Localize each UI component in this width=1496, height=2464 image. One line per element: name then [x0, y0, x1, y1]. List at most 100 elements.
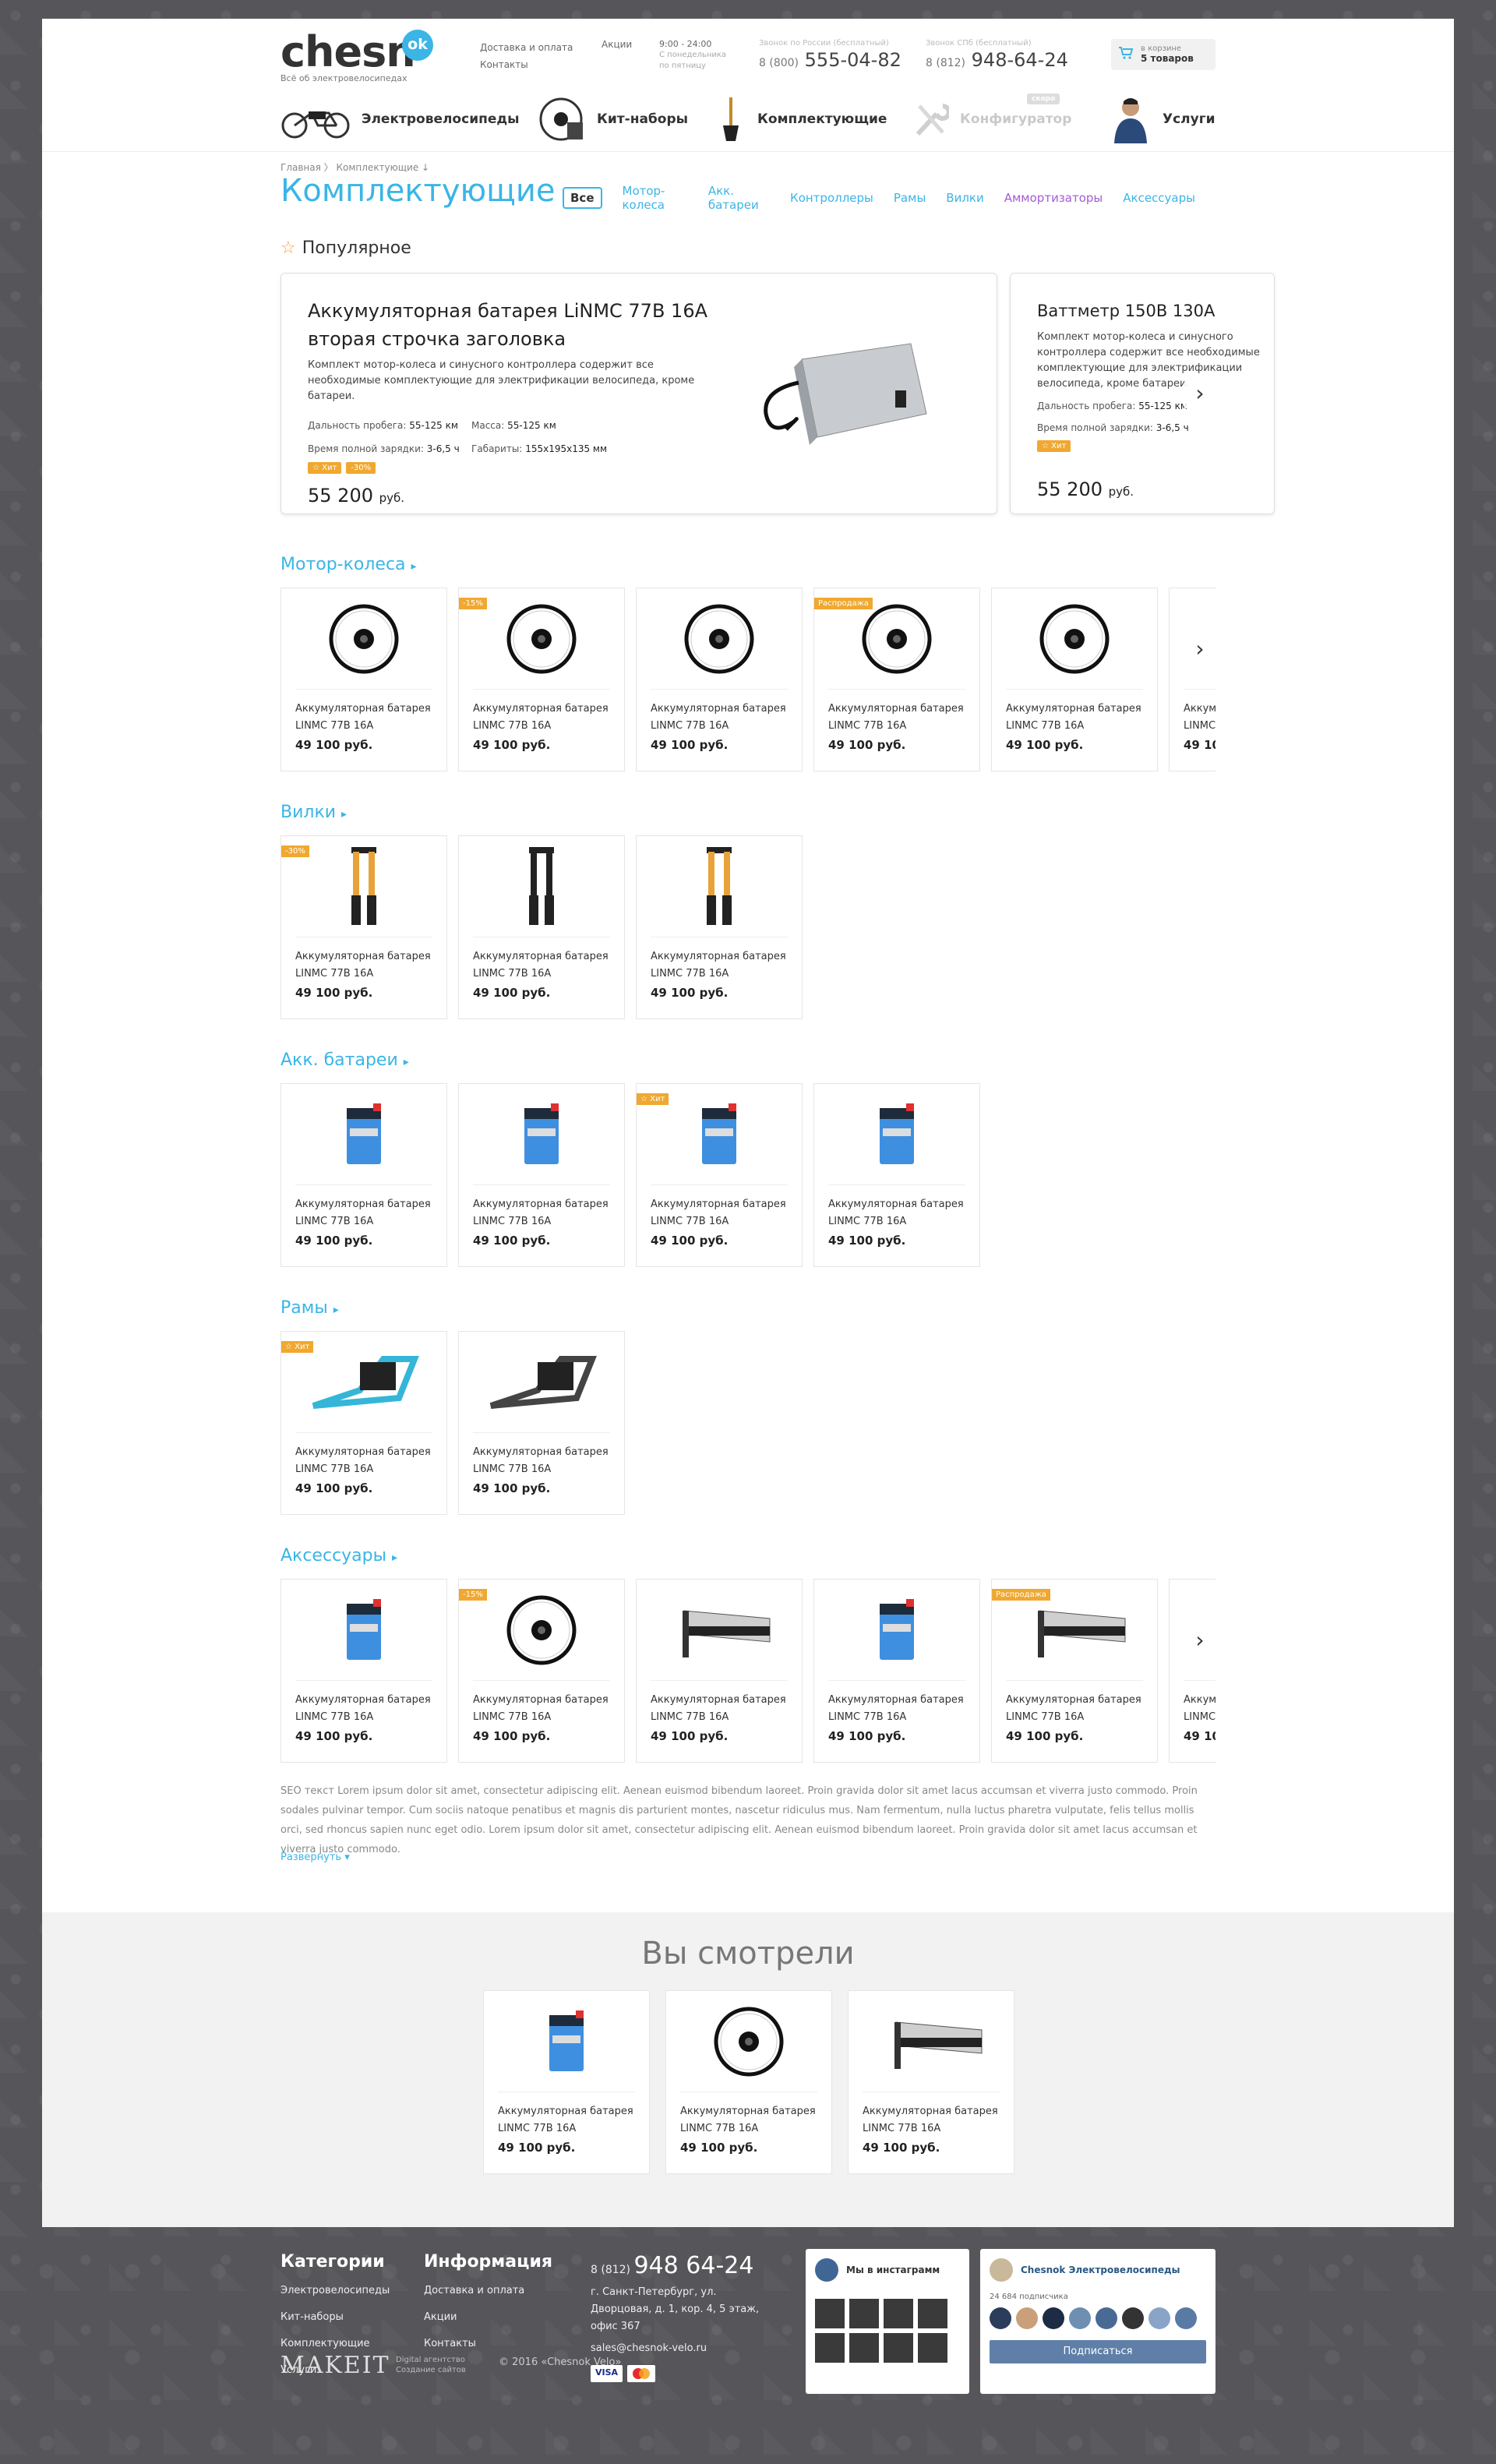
- member-avatar: [1122, 2307, 1144, 2329]
- footer-link[interactable]: Доставка и оплата: [424, 2278, 552, 2304]
- section-title[interactable]: Рамы ▸: [280, 1298, 339, 1318]
- logo[interactable]: chesn ok Всё об электровелосипедах: [280, 28, 433, 83]
- expand-link[interactable]: Развернуть ▾: [280, 1852, 350, 1863]
- tab-batteries[interactable]: Акк. батареи: [708, 184, 770, 212]
- product-name: Аккумуляторная батарея LINMC 77B 16A: [651, 951, 786, 980]
- footer-email[interactable]: sales@chesnok-velo.ru: [591, 2340, 778, 2357]
- product-name: Аккумуляторная батарея LINMC 77B 16A: [828, 1694, 964, 1723]
- photo-thumb[interactable]: [815, 2333, 845, 2363]
- photo-thumb[interactable]: [849, 2333, 879, 2363]
- vk-title[interactable]: Chesnok Электровелосипеды: [1021, 2265, 1180, 2275]
- section-title[interactable]: Вилки ▸: [280, 803, 347, 822]
- product-card[interactable]: Аккумуляторная батарея LINMC 77B 16A 49 1…: [280, 1579, 447, 1763]
- product-tag: ☆ Хит: [637, 1093, 669, 1105]
- product-card[interactable]: -15% Аккумуляторная батарея LINMC 77B 16A…: [458, 1579, 625, 1763]
- nav-parts[interactable]: Комплектующие: [715, 92, 887, 146]
- phone-spb[interactable]: Звонок СПб (бесплатный) 8 (812) 948-64-2…: [926, 39, 1068, 76]
- vk-subscribe-button[interactable]: Подписаться: [990, 2340, 1206, 2363]
- product-card[interactable]: Аккумуляторная батарея LINMC 77B 16A 49 1…: [458, 835, 625, 1019]
- product-card[interactable]: Аккумуляторная батарея LINMC 77B 16A 49 1…: [636, 835, 803, 1019]
- product-name: Аккумуляторная батарея LINMC 77B 16A: [498, 2106, 633, 2134]
- product-card[interactable]: Аккумуляторная батарея LINMC 77B 16A 49 1…: [813, 1579, 980, 1763]
- row-next-arrow[interactable]: ›: [1184, 633, 1216, 664]
- promo-link[interactable]: Акции: [602, 39, 632, 50]
- page-title: Комплектующие: [280, 173, 556, 209]
- footer-link[interactable]: Акции: [424, 2304, 552, 2331]
- product-card[interactable]: Распродажа Аккумуляторная батарея LINMC 7…: [991, 1579, 1158, 1763]
- tab-controllers[interactable]: Контроллеры: [790, 191, 873, 205]
- row-next-arrow[interactable]: ›: [1184, 1624, 1216, 1655]
- tab-frames[interactable]: Рамы: [894, 191, 926, 205]
- makeit-logo[interactable]: MAKEIT: [280, 2352, 390, 2379]
- breadcrumb-home[interactable]: Главная: [280, 162, 321, 173]
- photo-thumb[interactable]: [918, 2333, 947, 2363]
- product-card[interactable]: Аккумуляторная батарея LINMC 77B 16A 49 1…: [280, 1083, 447, 1267]
- nav-ebikes[interactable]: Электровелосипеды: [280, 92, 519, 146]
- popular-card[interactable]: Аккумуляторная батарея LiNMC 77B 16A вто…: [280, 273, 997, 514]
- product-price: 49 100 руб.: [651, 738, 729, 752]
- product-card[interactable]: Аккумуляторная батарея LINMC 77B 16A 49 1…: [636, 588, 803, 771]
- product-card[interactable]: ☆ Хит Аккумуляторная батарея LINMC 77B 16…: [636, 1083, 803, 1267]
- footer-link[interactable]: Электровелосипеды: [280, 2278, 390, 2304]
- product-card[interactable]: Аккумуляторная батарея LINMC 77B 16A 49 1…: [848, 1990, 1014, 2174]
- product-name: Аккумуляторная батарея LINMC 77B 16A: [1184, 1694, 1216, 1723]
- product-card[interactable]: Распродажа Аккумуляторная батарея LINMC 7…: [813, 588, 980, 771]
- tab-accessories[interactable]: Аксессуары: [1123, 191, 1195, 205]
- photo-thumb[interactable]: [815, 2299, 845, 2328]
- section-title-text: Акк. батареи: [280, 1050, 398, 1070]
- product-image: [295, 1332, 432, 1433]
- product-card[interactable]: Аккумуляторная батарея LINMC 77B 16A 49 1…: [991, 588, 1158, 771]
- photo-thumb[interactable]: [884, 2299, 913, 2328]
- photo-thumb[interactable]: [884, 2333, 913, 2363]
- product-card[interactable]: Аккумуляторная батарея LINMC 77B 16A 49 1…: [665, 1990, 832, 2174]
- section-title-text: Рамы: [280, 1298, 328, 1318]
- phone-russia[interactable]: Звонок по России (бесплатный) 8 (800) 55…: [759, 39, 901, 76]
- product-card[interactable]: -30% Аккумуляторная батарея LINMC 77B 16A…: [280, 835, 447, 1019]
- product-card[interactable]: Аккумуляторная батарея LINMC 77B 16A 49 1…: [458, 1083, 625, 1267]
- tab-forks[interactable]: Вилки: [946, 191, 983, 205]
- product-card[interactable]: Аккумуляторная батарея LINMC 77B 16A 49 1…: [483, 1990, 650, 2174]
- delivery-link[interactable]: Доставка и оплата: [480, 39, 573, 56]
- product-card[interactable]: Аккумуляторная батарея LINMC 77B 16A 49 1…: [636, 1579, 803, 1763]
- popular-card-price: 55 200 руб.: [308, 485, 970, 507]
- product-card[interactable]: Аккумуляторная батарея LINMC 77B 16A 49 1…: [1169, 588, 1216, 771]
- product-price: 49 100 руб.: [1184, 738, 1216, 752]
- footer-link[interactable]: Кит-наборы: [280, 2304, 390, 2331]
- instagram-widget[interactable]: Мы в инстаграмм: [806, 2249, 969, 2394]
- cart-button[interactable]: в корзине 5 товаров: [1111, 39, 1216, 70]
- nav-services[interactable]: Услуги: [1110, 92, 1216, 146]
- tab-all[interactable]: Все: [563, 187, 602, 209]
- photo-thumb[interactable]: [849, 2299, 879, 2328]
- tab-motor-wheels[interactable]: Мотор-колеса: [623, 184, 688, 212]
- photo-thumb[interactable]: [918, 2299, 947, 2328]
- footer-phone[interactable]: 8 (812) 948 64-24: [591, 2252, 778, 2279]
- product-card[interactable]: ☆ Хит Аккумуляторная батарея LINMC 77B 16…: [280, 1331, 447, 1515]
- section-title[interactable]: Мотор-колеса ▸: [280, 555, 417, 574]
- popular-next-arrow[interactable]: ›: [1184, 377, 1216, 408]
- tab-shocks[interactable]: Аммортизаторы: [1004, 191, 1103, 205]
- section-title[interactable]: Аксессуары ▸: [280, 1546, 397, 1566]
- contacts-link[interactable]: Контакты: [480, 56, 573, 73]
- fork-image: [351, 846, 376, 925]
- product-tag: Распродажа: [814, 598, 873, 609]
- product-card[interactable]: Аккумуляторная батарея LINMC 77B 16A 49 1…: [813, 1083, 980, 1267]
- battery-image: [347, 1598, 381, 1660]
- product-price: 49 100 руб.: [1006, 1729, 1084, 1743]
- product-card[interactable]: Аккумуляторная батарея LINMC 77B 16A 49 1…: [1169, 1579, 1216, 1763]
- product-card[interactable]: Аккумуляторная батарея LINMC 77B 16A 49 1…: [458, 1331, 625, 1515]
- breadcrumb-current[interactable]: Комплектующие ↓: [337, 162, 430, 173]
- nav-kits[interactable]: Кит-наборы: [538, 92, 688, 146]
- work-hours: 9:00 - 24:00 С понедельника по пятницу: [659, 39, 737, 72]
- footer-link[interactable]: Контакты: [424, 2331, 552, 2357]
- motor-wheel-image: [684, 604, 754, 673]
- product-card[interactable]: -15% Аккумуляторная батарея LINMC 77B 16A…: [458, 588, 625, 771]
- popular-card-price: 55 200 руб.: [1037, 478, 1247, 500]
- popular-card-2[interactable]: Ваттметр 150В 130А Комплект мотор-колеса…: [1010, 273, 1275, 514]
- product-card[interactable]: Аккумуляторная батарея LINMC 77B 16A 49 1…: [280, 588, 447, 771]
- spec-value: 55-125 км: [409, 420, 458, 431]
- vk-avatar: [990, 2258, 1013, 2282]
- motor-wheel-image: [862, 604, 932, 673]
- section-title[interactable]: Акк. батареи ▸: [280, 1050, 409, 1070]
- product-row: Аккумуляторная батарея LINMC 77B 16A 49 1…: [280, 588, 1216, 771]
- breadcrumb-separator-icon: 〉: [323, 162, 337, 173]
